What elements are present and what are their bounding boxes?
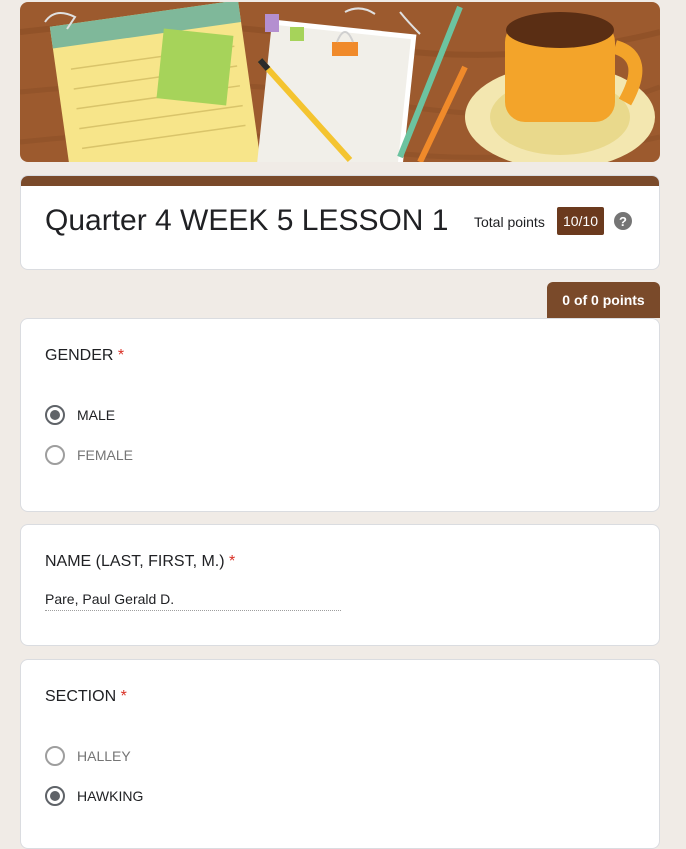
question-title-text: GENDER [45, 347, 114, 364]
question-title-text: SECTION [45, 688, 117, 705]
question-title-text: NAME (LAST, FIRST, M.) [45, 553, 225, 570]
required-asterisk: * [117, 347, 125, 364]
required-asterisk: * [229, 553, 236, 570]
header-banner-image [20, 2, 660, 162]
total-points-label: Total points [474, 214, 545, 230]
question-title: GENDER * [45, 347, 124, 365]
radio-option-halley[interactable]: HALLEY [45, 744, 131, 768]
option-label: FEMALE [77, 447, 134, 463]
radio-option-male[interactable]: MALE [45, 403, 115, 427]
required-asterisk: * [120, 688, 127, 705]
help-icon[interactable]: ? [614, 212, 632, 230]
question-card-gender: GENDER * MALE FEMALE [20, 318, 660, 512]
header-accent-bar [21, 176, 659, 186]
radio-option-female[interactable]: FEMALE [45, 443, 133, 467]
option-label: MALE [77, 407, 116, 423]
name-answer-field[interactable]: Pare, Paul Gerald D. [45, 591, 341, 611]
form-title: Quarter 4 WEEK 5 LESSON 1 [45, 204, 449, 237]
section-points-tab: 0 of 0 points [547, 282, 660, 318]
question-card-name: NAME (LAST, FIRST, M.) * Pare, Paul Gera… [20, 524, 660, 646]
radio-option-hawking[interactable]: HAWKING [45, 784, 143, 808]
question-card-section: SECTION * HALLEY HAWKING [20, 659, 660, 849]
option-label: HALLEY [77, 748, 131, 764]
option-label: HAWKING [77, 788, 144, 804]
question-title: SECTION * [45, 688, 127, 706]
form-header-card: Quarter 4 WEEK 5 LESSON 1 Total points 1… [20, 175, 660, 270]
radio-checked-icon[interactable] [45, 405, 65, 425]
radio-unchecked-icon[interactable] [45, 445, 65, 465]
total-points-badge: 10/10 [557, 207, 604, 235]
radio-unchecked-icon[interactable] [45, 746, 65, 766]
radio-checked-icon[interactable] [45, 786, 65, 806]
question-title: NAME (LAST, FIRST, M.) * [45, 553, 235, 571]
